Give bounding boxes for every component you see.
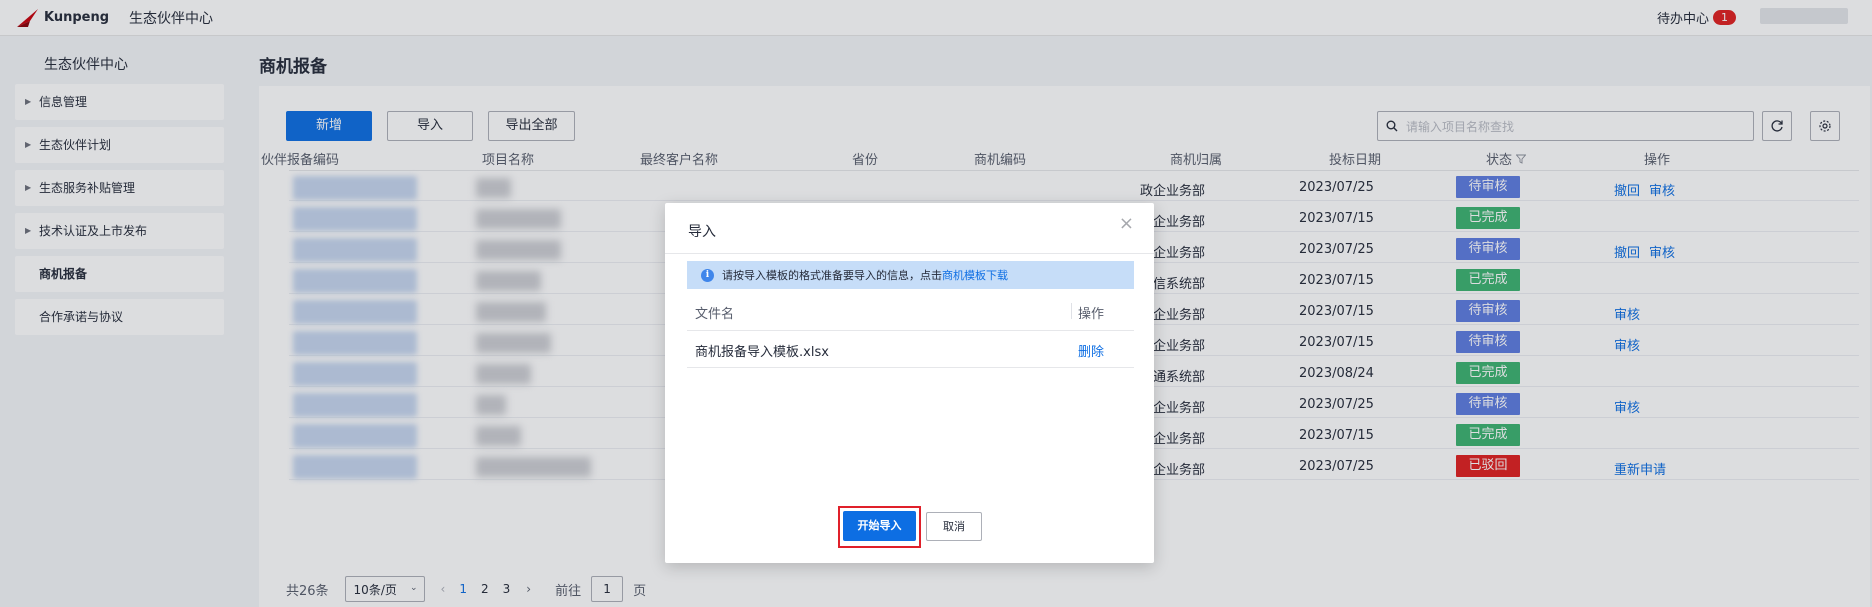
template-download-link[interactable]: 商机模板下载	[942, 267, 1008, 283]
import-dialog: 导入 × i 请按导入模板的格式准备要导入的信息，点击 商机模板下载 文件名 操…	[665, 203, 1154, 563]
file-name: 商机报备导入模板.xlsx	[695, 345, 829, 360]
close-icon[interactable]: ×	[1119, 213, 1134, 234]
info-icon: i	[701, 268, 714, 282]
info-text: 请按导入模板的格式准备要导入的信息，点击	[722, 269, 942, 282]
dialog-divider	[665, 253, 1154, 254]
start-import-button[interactable]: 开始导入	[843, 511, 916, 541]
divider	[687, 330, 1134, 331]
divider	[687, 367, 1134, 368]
column-separator	[1071, 303, 1072, 319]
col-file-action: 操作	[1078, 307, 1105, 322]
info-banner: i 请按导入模板的格式准备要导入的信息，点击 商机模板下载	[687, 261, 1134, 289]
dialog-title: 导入	[688, 224, 716, 240]
cancel-button[interactable]: 取消	[926, 512, 982, 541]
col-file-name: 文件名	[695, 307, 735, 322]
delete-file-link[interactable]: 删除	[1078, 341, 1104, 360]
